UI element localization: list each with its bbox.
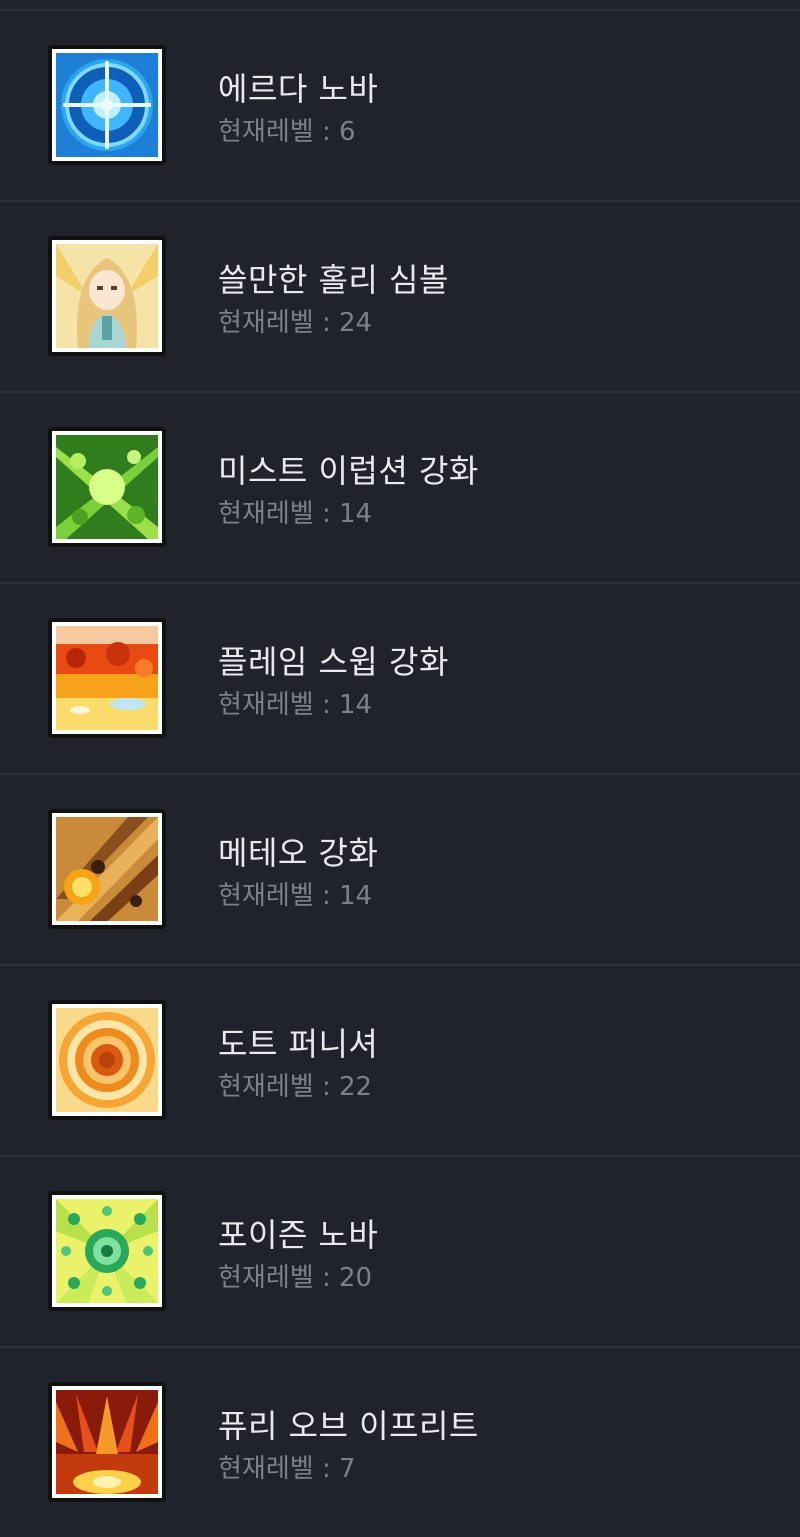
skill-level: 현재레벨 : 22 (218, 1072, 373, 1102)
skill-name: 플레임 스윕 강화 (218, 643, 449, 681)
skill-row-flame-sweep[interactable]: 플레임 스윕 강화 현재레벨 : 14 (0, 584, 800, 775)
skill-row-mist-eruption[interactable]: 미스트 이럽션 강화 현재레벨 : 14 (0, 393, 800, 584)
dot-punisher-icon (48, 1000, 166, 1120)
skill-name: 메테오 강화 (218, 834, 379, 872)
skill-name: 미스트 이럽션 강화 (218, 452, 479, 490)
skill-row-dot-punisher[interactable]: 도트 퍼니셔 현재레벨 : 22 (0, 966, 800, 1157)
skill-row-erda-nova[interactable]: 에르다 노바 현재레벨 : 6 (0, 11, 800, 202)
skill-level: 현재레벨 : 14 (218, 499, 373, 529)
skill-name: 에르다 노바 (218, 70, 379, 108)
skill-level: 현재레벨 : 24 (218, 308, 373, 338)
skill-row-fury-of-ifrit[interactable]: 퓨리 오브 이프리트 현재레벨 : 7 (0, 1348, 800, 1537)
flame-sweep-icon (48, 618, 166, 738)
skill-name: 퓨리 오브 이프리트 (218, 1407, 479, 1445)
skill-name: 포이즌 노바 (218, 1216, 379, 1254)
skill-level: 현재레벨 : 20 (218, 1263, 373, 1293)
skill-level: 현재레벨 : 6 (218, 117, 356, 147)
holy-symbol-icon (48, 236, 166, 356)
skill-name: 도트 퍼니셔 (218, 1025, 379, 1063)
skill-name: 쓸만한 홀리 심볼 (218, 261, 449, 299)
fury-of-ifrit-icon (48, 1382, 166, 1502)
skill-list: 에르다 노바 현재레벨 : 6 쓸만한 홀리 심볼 현재레벨 : 24 미스트 … (0, 11, 800, 1537)
skill-level: 현재레벨 : 14 (218, 690, 373, 720)
erda-nova-icon (48, 45, 166, 165)
skill-level: 현재레벨 : 14 (218, 881, 373, 911)
skill-level: 현재레벨 : 7 (218, 1454, 356, 1484)
poison-nova-icon (48, 1191, 166, 1311)
meteor-icon (48, 809, 166, 929)
mist-eruption-icon (48, 427, 166, 547)
skill-row-meteor[interactable]: 메테오 강화 현재레벨 : 14 (0, 775, 800, 966)
skill-row-poison-nova[interactable]: 포이즌 노바 현재레벨 : 20 (0, 1157, 800, 1348)
skill-row-holy-symbol[interactable]: 쓸만한 홀리 심볼 현재레벨 : 24 (0, 202, 800, 393)
